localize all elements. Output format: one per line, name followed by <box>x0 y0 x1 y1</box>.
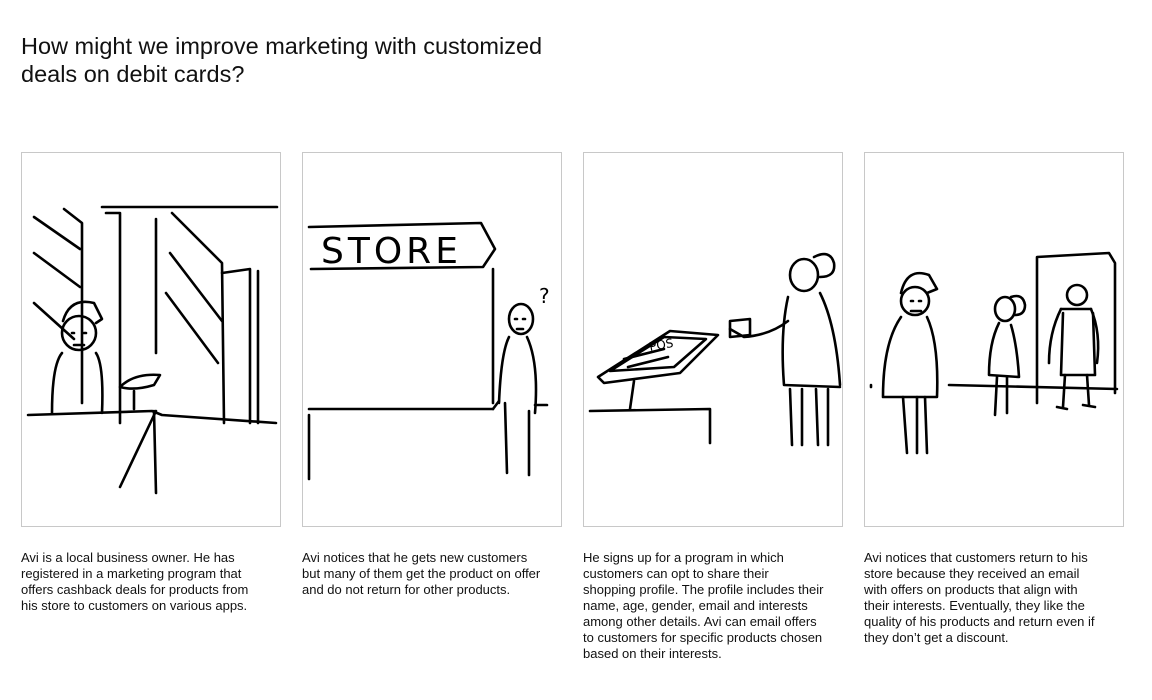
panel-1-caption: Avi is a local business owner. He has re… <box>21 550 249 613</box>
sketch-store-confused-customer: STORE ? <box>307 221 550 481</box>
panel-4-caption: Avi notices that customers return to his… <box>864 550 1095 645</box>
sketch-avi-at-counter <box>26 205 279 495</box>
sketch-pos-card-payment: POS <box>588 252 842 447</box>
panel-2-caption: Avi notices that he gets new customers b… <box>302 550 541 597</box>
sketch-returning-customers <box>869 251 1119 455</box>
panel-3-caption: He signs up for a program in which custo… <box>583 550 824 661</box>
storyboard-panel-3: POS <box>583 152 843 527</box>
storyboard-panel-1 <box>21 152 281 527</box>
storyboard-panel-4 <box>864 152 1124 527</box>
page-title: How might we improve marketing with cust… <box>21 33 543 87</box>
question-mark: ? <box>539 284 550 308</box>
storyboard-panel-2: STORE ? <box>302 152 562 527</box>
store-sign-text: STORE <box>321 231 462 272</box>
pos-screen-text: POS <box>648 336 674 354</box>
